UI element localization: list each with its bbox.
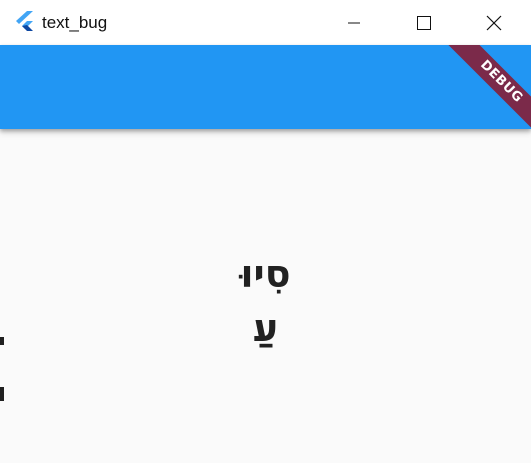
clipped-glyph-mark-1 bbox=[0, 337, 4, 345]
window-titlebar[interactable]: text_bug bbox=[0, 0, 531, 45]
hebrew-text-line-2: עַ bbox=[252, 306, 279, 350]
maximize-button[interactable] bbox=[401, 0, 447, 45]
app-window: text_bug DEBUG סִיוּ עַ bbox=[0, 0, 531, 463]
minimize-button[interactable] bbox=[331, 0, 377, 45]
hebrew-text-block: סִיוּ עַ bbox=[0, 247, 531, 355]
minimize-icon bbox=[348, 22, 360, 23]
window-title: text_bug bbox=[42, 13, 108, 32]
flutter-logo-icon bbox=[16, 11, 33, 31]
content-area: סִיוּ עַ bbox=[0, 129, 531, 463]
clipped-glyph-mark-2 bbox=[0, 387, 4, 401]
app-bar bbox=[0, 45, 531, 129]
close-button[interactable] bbox=[471, 0, 517, 45]
hebrew-text-line-1: סִיוּ bbox=[240, 252, 291, 296]
maximize-icon bbox=[417, 15, 431, 30]
close-icon bbox=[486, 15, 502, 30]
